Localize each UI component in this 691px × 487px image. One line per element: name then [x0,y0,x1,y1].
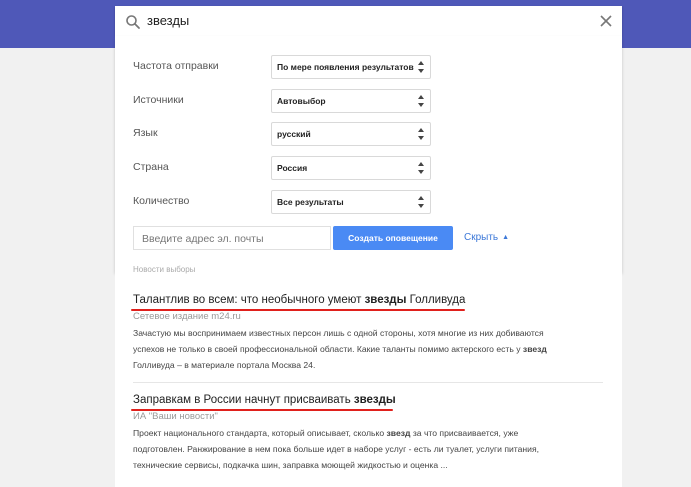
option-country: Страна Россия [115,156,622,180]
option-label: Источники [133,94,184,106]
result-title[interactable]: Талантлив во всем: что необычного умеют … [133,294,603,306]
select-arrows-icon [418,196,424,208]
result-divider [133,382,603,383]
option-sources: Источники Автовыбор [115,89,622,113]
result-snippet: Зачастую мы воспринимаем известных персо… [133,325,603,373]
option-label: Частота отправки [133,60,219,72]
option-quantity: Количество Все результаты [115,190,622,214]
caret-up-icon: ▲ [502,234,510,241]
title-keyword: звезды [364,294,407,306]
search-bar[interactable]: звезды [115,6,622,36]
snippet-line: успехов не только в своей профессиональн… [133,341,603,357]
title-keyword: звезды [353,394,396,406]
select-arrows-icon [418,128,424,140]
red-underline-annotation [131,309,465,311]
search-query[interactable]: звезды [147,13,189,28]
snippet-line: технические сервисы, подкачка шин, запра… [133,460,448,470]
snippet-line: Зачастую мы воспринимаем известных персо… [133,328,544,338]
option-frequency: Частота отправки По мере появления резул… [115,55,622,79]
select-value: Все результаты [277,197,344,207]
select-value: Россия [277,163,308,173]
email-input[interactable] [140,228,329,250]
result-item: Заправкам в России начнут присваивать зв… [133,394,603,473]
select-arrows-icon [418,61,424,73]
sources-select[interactable]: Автовыбор [271,89,431,113]
snippet-text: за что присваивается, уже [410,428,519,438]
select-value: По мере появления результатов [277,62,414,72]
create-alert-button[interactable]: Создать оповещение [333,226,453,250]
select-arrows-icon [418,95,424,107]
red-underline-annotation [131,409,393,411]
title-text: Талантлив во всем: что необычного умеют [133,294,365,306]
snippet-text: успехов не только в своей профессиональн… [133,344,523,354]
email-field[interactable] [133,226,331,250]
option-label: Язык [133,127,158,139]
title-text: Голливуда [406,294,466,306]
snippet-line: Проект национального стандарта, который … [133,425,603,441]
results-preview: Новости выборы Талантлив во всем: что не… [115,265,622,487]
previous-result-fragment: Новости выборы [133,265,196,274]
search-icon [126,15,140,29]
result-item: Талантлив во всем: что необычного умеют … [133,294,603,373]
snippet-text: Проект национального стандарта, который … [133,428,387,438]
title-text: Заправкам в России начнут присваивать [133,394,354,406]
close-icon[interactable] [598,13,614,29]
result-snippet: Проект национального стандарта, который … [133,425,603,473]
option-language: Язык русский [115,122,622,146]
language-select[interactable]: русский [271,122,431,146]
snippet-line: Голливуда – в материале портала Москва 2… [133,360,316,370]
result-source: Сетевое издание m24.ru [133,311,241,322]
frequency-select[interactable]: По мере появления результатов [271,55,431,79]
result-source: ИА "Ваши новости" [133,411,218,422]
country-select[interactable]: Россия [271,156,431,180]
option-label: Количество [133,195,190,207]
result-title[interactable]: Заправкам в России начнут присваивать зв… [133,394,603,406]
select-value: Автовыбор [277,96,326,106]
snippet-keyword: звезд [386,428,411,438]
select-arrows-icon [418,162,424,174]
hide-options-link[interactable]: Скрыть ▲ [464,232,509,243]
quantity-select[interactable]: Все результаты [271,190,431,214]
snippet-line: подготовлен. Ранжирование в нем пока бол… [133,444,540,454]
alert-options-panel: Частота отправки По мере появления резул… [115,36,622,272]
hide-link-label: Скрыть [464,232,499,243]
select-value: русский [277,129,311,139]
option-label: Страна [133,161,169,173]
snippet-keyword: звезд [522,344,547,354]
